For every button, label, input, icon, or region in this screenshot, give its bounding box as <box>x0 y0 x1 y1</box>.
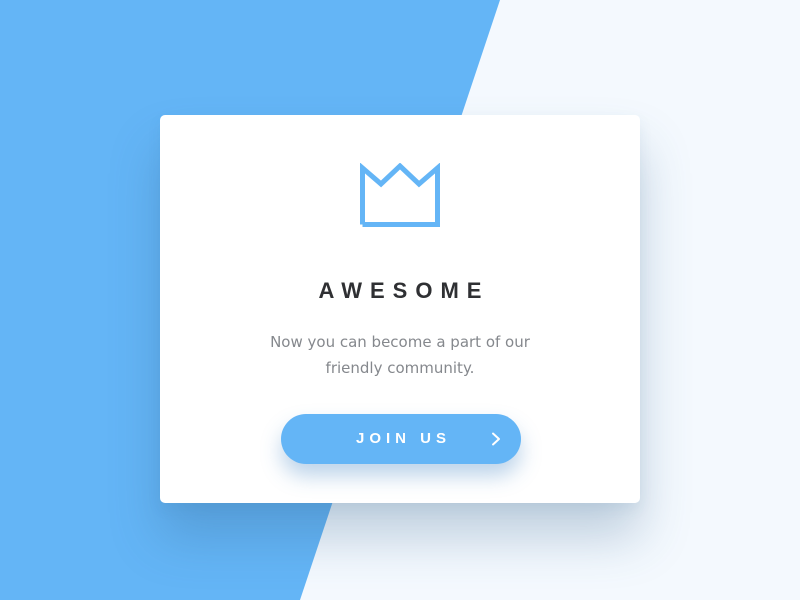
join-card: AWESOME Now you can become a part of our… <box>160 115 640 503</box>
join-us-button-label: JOIN US <box>355 430 451 447</box>
chevron-right-icon <box>492 432 500 446</box>
card-description: Now you can become a part of our friendl… <box>270 333 530 377</box>
card-title: AWESOME <box>318 278 490 303</box>
crown-icon <box>360 163 440 227</box>
join-us-button[interactable]: JOIN US <box>281 414 521 464</box>
